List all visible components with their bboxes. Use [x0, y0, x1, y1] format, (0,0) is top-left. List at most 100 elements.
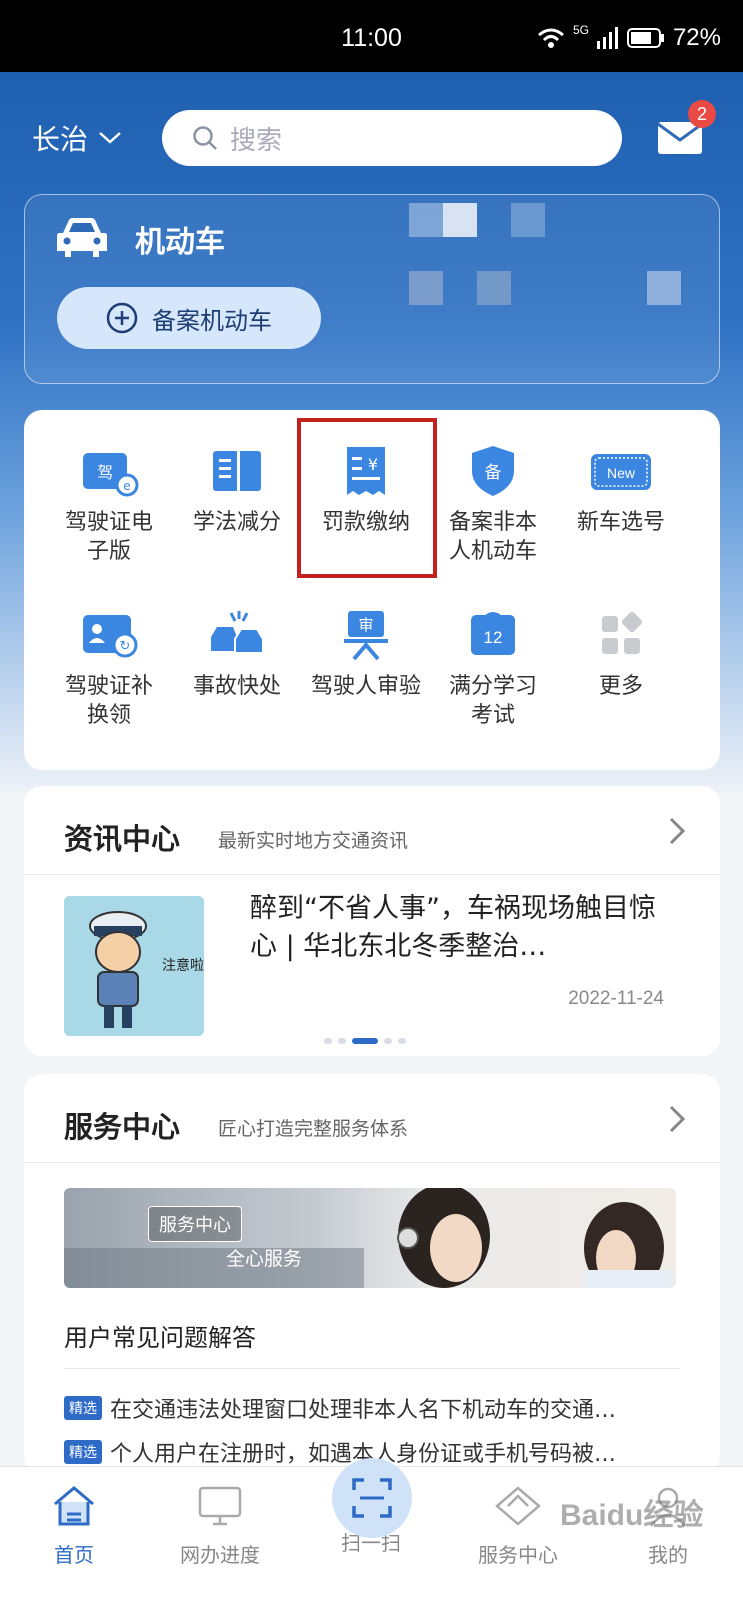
news-heading: 资讯中心: [64, 822, 181, 856]
service-banner[interactable]: 服务中心 全心服务: [64, 1188, 676, 1288]
grid-item-study[interactable]: 学法减分: [172, 440, 302, 537]
divider: [24, 1162, 720, 1163]
news-item-title[interactable]: 醉到“不省人事”，车祸现场触目惊心 | 华北东北冬季整治…: [250, 890, 670, 966]
service-banner-tag: 服务中心: [148, 1206, 242, 1242]
chevron-right-icon[interactable]: [668, 816, 686, 854]
redacted-block: [477, 271, 511, 305]
network-label: 5G: [572, 23, 589, 37]
search-icon: [193, 126, 217, 150]
signal-icon: [596, 27, 618, 49]
review-icon: 审: [344, 611, 388, 661]
baidu-watermark: Baidu经验: [560, 1499, 704, 1532]
grid-item-full-score-exam[interactable]: 12 满分学习 考试: [428, 604, 558, 730]
news-image-caption: 注意啦!: [162, 957, 204, 974]
chevron-down-icon: [99, 132, 121, 144]
tab-progress[interactable]: 网办进度: [160, 1481, 280, 1568]
divider: [64, 1368, 680, 1369]
grid-item-more[interactable]: 更多: [556, 604, 686, 701]
news-thumbnail[interactable]: 注意啦!: [64, 896, 204, 1036]
monitor-icon: [198, 1486, 242, 1526]
service-heading: 服务中心: [64, 1110, 181, 1144]
news-subtitle: 最新实时地方交通资讯: [218, 830, 409, 852]
status-icons: 5G 72%: [537, 23, 721, 52]
police-cartoon-icon: 注意啦!: [64, 896, 204, 1036]
grid-item-label: 备案非本 人机动车: [448, 510, 537, 564]
scan-button[interactable]: [332, 1458, 412, 1538]
carousel-dot: [338, 1038, 346, 1044]
grid-item-plate-select[interactable]: New 新车选号: [556, 440, 686, 537]
svg-text:12: 12: [484, 628, 503, 647]
carousel-dot-active: [352, 1038, 378, 1044]
grid-item-e-license[interactable]: 驾e 驾驶证电 子版: [44, 440, 174, 566]
file-vehicle-button[interactable]: 备案机动车: [57, 287, 321, 349]
grid-item-label: 驾驶证电 子版: [64, 510, 153, 564]
license-renew-icon: ↻: [83, 615, 138, 658]
grid-item-label: 满分学习 考试: [448, 674, 537, 728]
carousel-dot: [384, 1038, 392, 1044]
redacted-block: [443, 203, 477, 237]
highlight-box: [297, 418, 437, 578]
mail-badge: 2: [688, 100, 716, 128]
more-apps-icon: [602, 611, 643, 654]
city-selector[interactable]: 长治: [32, 118, 122, 158]
top-bar: 长治 搜索: [0, 110, 743, 170]
tab-label: 网办进度: [180, 1543, 260, 1567]
city-label: 长治: [32, 123, 89, 156]
grid-item-label: 驾驶证补 换领: [64, 674, 153, 728]
search-placeholder: 搜索: [230, 125, 283, 156]
divider: [24, 874, 720, 875]
status-bar: 11:00 5G 72%: [0, 0, 743, 72]
grid-item-file-other-vehicle[interactable]: 备 备案非本 人机动车: [428, 440, 558, 566]
svg-text:驾: 驾: [97, 463, 113, 482]
redacted-block: [409, 203, 443, 237]
svg-text:审: 审: [358, 616, 373, 634]
news-card: 资讯中心 最新实时地方交通资讯 注意啦! 醉到“不省人事”，车祸现场触目惊心 |…: [24, 786, 720, 1056]
grid-item-label: 新车选号: [576, 510, 665, 535]
svg-text:备: 备: [485, 463, 502, 483]
battery-icon: [626, 28, 664, 48]
grid-item-driver-review[interactable]: 审 驾驶人审验: [301, 604, 431, 701]
plus-circle-icon: [106, 302, 138, 334]
service-icon: [495, 1486, 541, 1526]
svg-text:New: New: [607, 465, 636, 481]
grid-item-label: 事故快处: [192, 674, 281, 699]
carousel-dot: [398, 1038, 406, 1044]
tab-label: 服务中心: [478, 1543, 558, 1567]
faq-heading: 用户常见问题解答: [64, 1324, 256, 1352]
driver-license-e-icon: 驾e: [83, 453, 139, 497]
grid-item-accident[interactable]: 事故快处: [172, 604, 302, 701]
svg-text:e: e: [123, 479, 130, 493]
shield-file-icon: 备: [472, 446, 514, 496]
grid-item-license-renew[interactable]: ↻ 驾驶证补 换领: [44, 604, 174, 730]
news-item-date: 2022-11-24: [568, 988, 664, 1009]
service-banner-text: 全心服务: [226, 1248, 303, 1270]
scan-icon: [352, 1478, 392, 1518]
chevron-right-icon[interactable]: [668, 1104, 686, 1142]
grid-item-label: 学法减分: [192, 510, 281, 535]
accident-icon: [211, 611, 264, 654]
car-icon: [57, 218, 107, 257]
search-bar[interactable]: 搜索: [162, 110, 622, 166]
tab-home[interactable]: 首页: [14, 1481, 134, 1568]
grid-item-label: 驾驶人审验: [310, 674, 421, 699]
faq-text: 在交通违法处理窗口处理非本人名下机动车的交通…: [110, 1398, 617, 1423]
book-icon: [213, 451, 261, 491]
featured-tag: 精选: [64, 1396, 102, 1420]
carousel-dot: [324, 1038, 332, 1044]
tab-label: 我的: [648, 1543, 688, 1567]
vehicle-title: 机动车: [135, 225, 225, 260]
new-plate-icon: New: [591, 454, 651, 490]
wifi-icon: [537, 28, 564, 48]
service-subtitle: 匠心打造完整服务体系: [218, 1118, 409, 1140]
battery-level: 72%: [672, 24, 721, 51]
vehicle-card: 机动车 备案机动车: [24, 194, 720, 384]
faq-item[interactable]: 精选 在交通违法处理窗口处理非本人名下机动车的交通…: [64, 1392, 684, 1424]
service-card: 服务中心 匠心打造完整服务体系 服务中心 全心服务 用户常见问题解答 精选 在交…: [24, 1074, 720, 1474]
file-vehicle-label: 备案机动车: [152, 306, 272, 335]
redacted-block: [647, 271, 681, 305]
svg-text:↻: ↻: [120, 639, 131, 654]
redacted-block: [409, 271, 443, 305]
carousel-dots: [324, 1038, 406, 1044]
tab-label: 首页: [54, 1543, 94, 1567]
redacted-block: [511, 203, 545, 237]
